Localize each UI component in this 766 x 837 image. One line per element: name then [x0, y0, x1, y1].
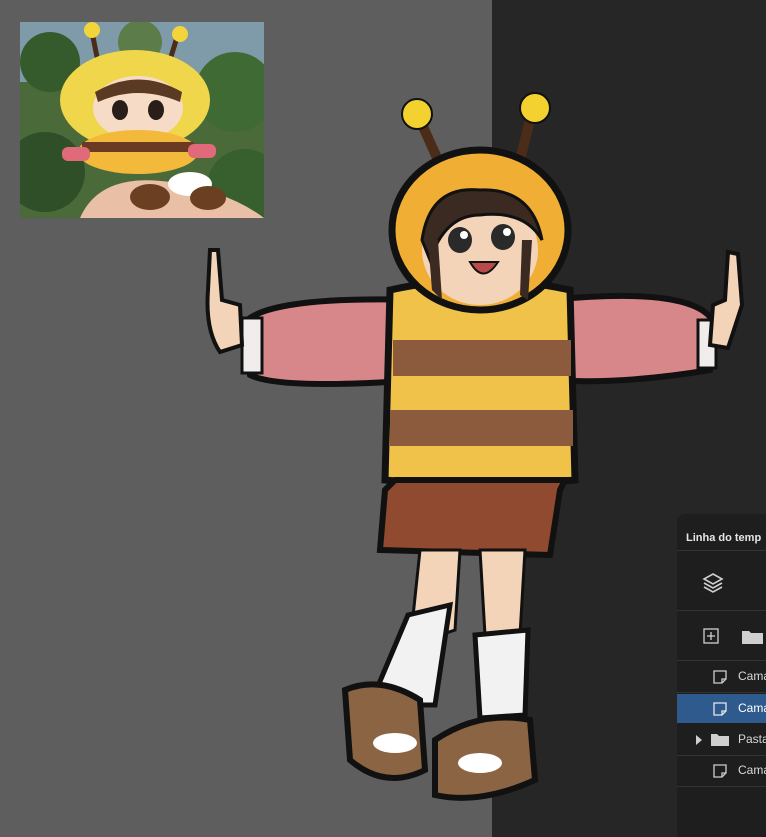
- layer-row-label: Cama: [738, 669, 766, 683]
- layer-row-label: Cama: [738, 701, 766, 715]
- panel-divider: [677, 692, 766, 693]
- eye-left: [448, 227, 472, 253]
- panel-divider: [677, 550, 766, 551]
- panel-divider: [677, 660, 766, 661]
- folder-row[interactable]: Pasta: [677, 725, 766, 754]
- character-artwork[interactable]: [180, 90, 760, 830]
- expand-caret-icon[interactable]: [695, 733, 703, 745]
- add-layer-icon[interactable]: [703, 628, 719, 644]
- leg-right: [478, 548, 527, 637]
- bee-girl-drawing: [205, 92, 745, 801]
- panel-divider: [677, 786, 766, 787]
- shoe-left: [341, 681, 429, 781]
- layer-row-label: Cama: [738, 763, 766, 777]
- folder-icon: [711, 733, 729, 746]
- skirt: [376, 477, 570, 559]
- panel-title: Linha do temp: [686, 532, 762, 544]
- antenna-ball-left: [401, 98, 433, 130]
- sock-right: [472, 627, 531, 721]
- layer-page-icon: [713, 670, 727, 684]
- antenna-ball-right: [519, 92, 551, 124]
- panel-divider: [677, 610, 766, 611]
- folder-icon[interactable]: [741, 629, 765, 645]
- layer-page-icon: [713, 702, 727, 716]
- layer-row[interactable]: Cama: [677, 662, 766, 691]
- right-hand: [707, 249, 745, 351]
- layer-row-selected[interactable]: Cama: [677, 694, 766, 723]
- eye-right: [491, 224, 515, 250]
- timeline-panel: Linha do temp Cama Cama: [677, 514, 766, 837]
- layer-page-icon: [713, 764, 727, 778]
- layers-stack-icon[interactable]: [701, 571, 725, 595]
- left-hand: [205, 248, 245, 355]
- layer-row[interactable]: Cama: [677, 756, 766, 785]
- folder-row-label: Pasta: [738, 732, 766, 746]
